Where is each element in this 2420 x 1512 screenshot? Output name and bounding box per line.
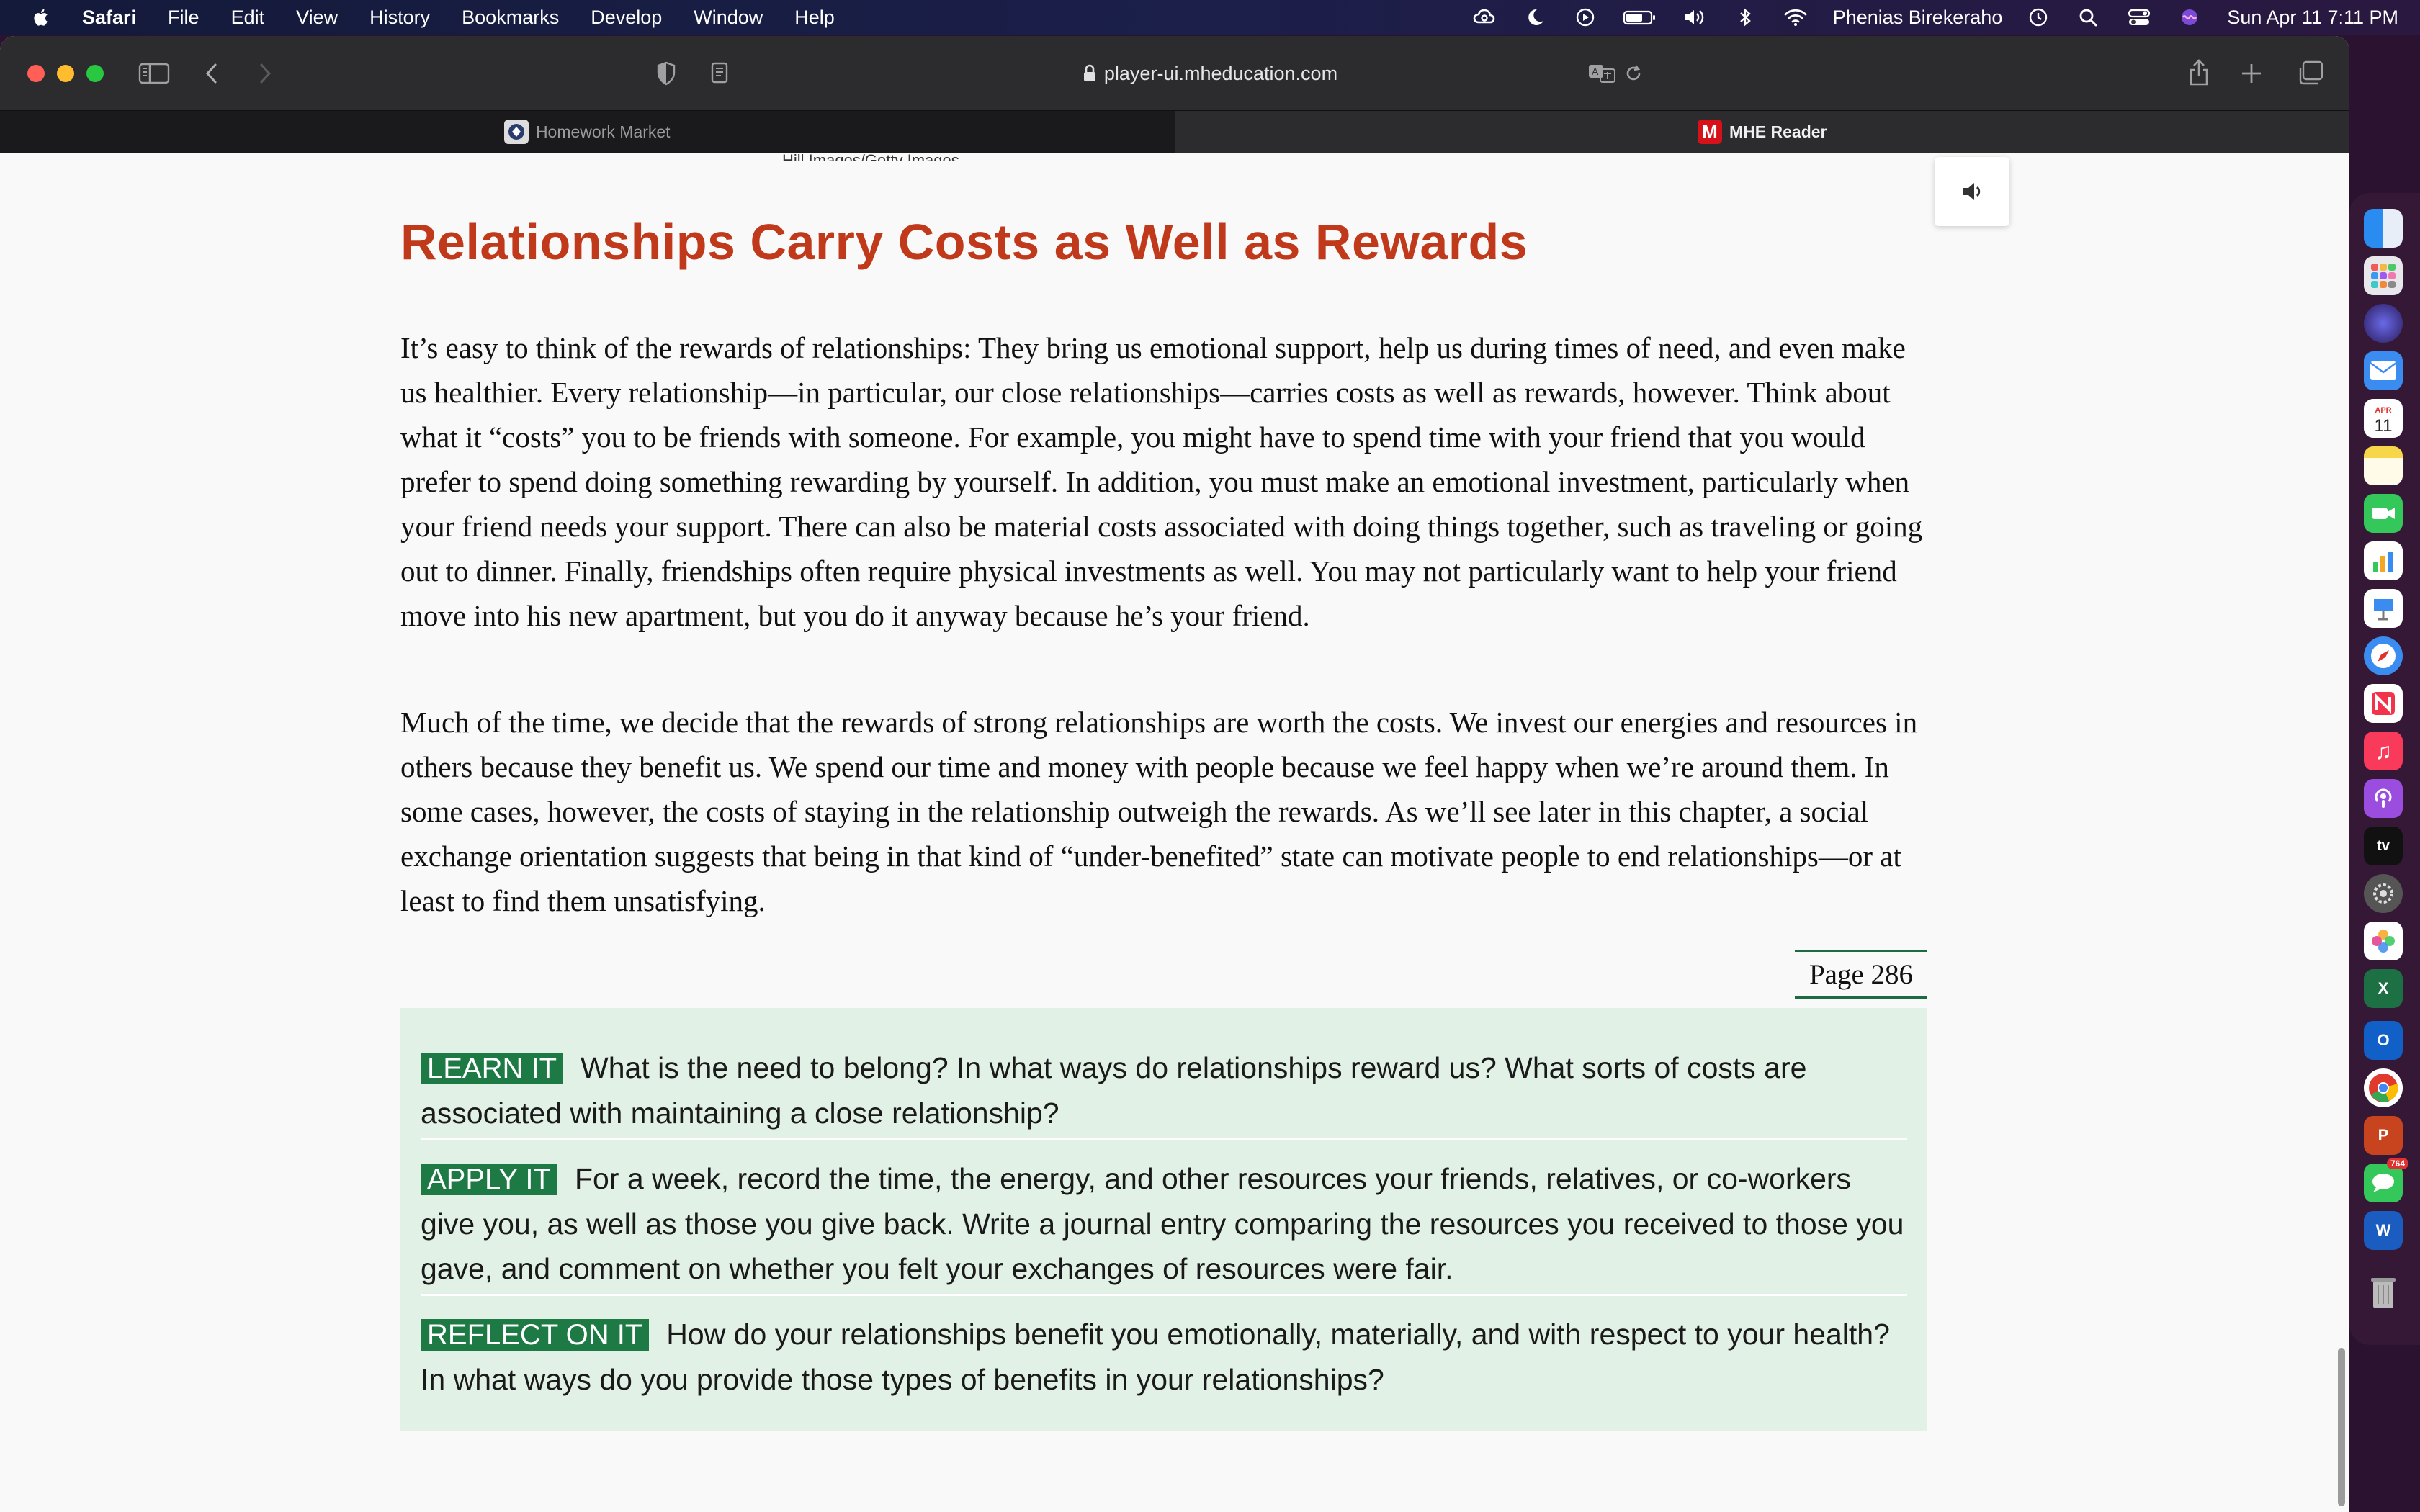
outlook-letter: O <box>2377 1031 2390 1049</box>
tab-overview-icon[interactable] <box>2296 60 2323 86</box>
launchpad-icon[interactable] <box>2364 256 2403 295</box>
play-icon[interactable] <box>1572 6 1598 28</box>
news-icon[interactable] <box>2364 684 2403 723</box>
outlook-icon[interactable]: O <box>2364 1021 2403 1060</box>
tab-homework-market[interactable]: Homework Market <box>0 111 1175 153</box>
siri-dock-icon[interactable] <box>2364 304 2403 343</box>
music-icon[interactable]: ♫ <box>2364 732 2403 770</box>
practice-text: For a week, record the time, the energy,… <box>421 1162 1904 1285</box>
share-icon[interactable] <box>2188 58 2210 86</box>
dock: APR 11 ♫ tv X O P 764 W <box>2349 193 2420 1345</box>
spotlight-icon[interactable] <box>2076 6 2102 28</box>
menu-view[interactable]: View <box>296 6 338 29</box>
tab-bar: Homework Market M MHE Reader <box>0 111 2349 153</box>
reflect-on-it-tag: REFLECT ON IT <box>421 1319 650 1351</box>
practice-item-reflect: REFLECT ON IT How do your relationships b… <box>421 1294 1907 1405</box>
scrollbar-thumb[interactable] <box>2338 1348 2345 1506</box>
time-machine-icon[interactable] <box>2025 6 2051 28</box>
menu-bookmarks[interactable]: Bookmarks <box>462 6 559 29</box>
excel-icon[interactable]: X <box>2364 969 2403 1008</box>
new-tab-plus-icon[interactable] <box>2240 62 2263 85</box>
mhe-favicon-icon: M <box>1698 120 1722 144</box>
speaker-icon <box>1963 183 1981 200</box>
body-paragraph: It’s easy to think of the rewards of rel… <box>400 331 1923 632</box>
messages-badge: 764 <box>2386 1158 2408 1169</box>
menu-window[interactable]: Window <box>694 6 763 29</box>
back-chevron-icon[interactable] <box>203 62 220 85</box>
read-aloud-button[interactable] <box>1935 157 2009 226</box>
word-icon[interactable]: W <box>2364 1211 2403 1250</box>
minimize-window-button[interactable] <box>57 65 74 82</box>
photos-icon[interactable] <box>2364 922 2403 960</box>
calendar-day: 11 <box>2374 416 2393 436</box>
reader-page-icon[interactable] <box>710 62 729 84</box>
zoom-window-button[interactable] <box>86 65 104 82</box>
podcasts-icon[interactable] <box>2364 779 2403 818</box>
scrollbar[interactable] <box>2329 153 2349 1512</box>
word-letter: W <box>2375 1221 2391 1239</box>
menu-history[interactable]: History <box>369 6 430 29</box>
practice-item-apply: APPLY IT For a week, record the time, the… <box>421 1138 1907 1294</box>
battery-icon[interactable] <box>1623 6 1657 28</box>
powerpoint-letter: P <box>2378 1126 2389 1144</box>
reader-content[interactable]: Hill Images/Getty Images Relationships C… <box>0 153 2349 1512</box>
tv-label: tv <box>2377 837 2390 854</box>
control-center-icon[interactable] <box>2126 6 2152 28</box>
learn-it-tag: LEARN IT <box>421 1053 564 1084</box>
wifi-icon[interactable] <box>1783 6 1809 28</box>
chrome-icon[interactable] <box>2364 1068 2403 1107</box>
volume-icon[interactable] <box>1682 6 1708 28</box>
finder-icon[interactable] <box>2364 209 2403 248</box>
address-bar[interactable]: player-ui.mheducation.com <box>1037 59 1383 88</box>
menu-app-name[interactable]: Safari <box>82 6 136 29</box>
close-window-button[interactable] <box>27 65 45 82</box>
trash-icon[interactable] <box>2364 1273 2403 1312</box>
creative-cloud-icon[interactable] <box>1471 6 1497 28</box>
moon-icon[interactable] <box>1522 6 1548 28</box>
messages-icon[interactable]: 764 <box>2364 1158 2408 1202</box>
practice-item-learn: LEARN IT What is the need to belong? In w… <box>421 1045 1907 1138</box>
facetime-icon[interactable] <box>2364 494 2403 533</box>
numbers-icon[interactable] <box>2364 541 2403 580</box>
menu-help[interactable]: Help <box>794 6 835 29</box>
powerpoint-icon[interactable]: P <box>2364 1116 2403 1155</box>
excel-letter: X <box>2378 979 2389 997</box>
url-text: player-ui.mheducation.com <box>1103 62 1338 84</box>
privacy-shield-icon[interactable] <box>655 60 677 86</box>
sidebar-toggle-icon[interactable] <box>138 62 170 85</box>
clock[interactable]: Sun Apr 11 7:11 PM <box>2227 6 2398 29</box>
notes-icon[interactable] <box>2364 446 2403 485</box>
siri-icon[interactable] <box>2177 6 2202 28</box>
calendar-icon[interactable]: APR 11 <box>2364 399 2403 438</box>
tab-label: Homework Market <box>535 122 671 141</box>
practice-text: What is the need to belong? In what ways… <box>421 1051 1807 1130</box>
page-number-marker: Page 286 <box>1795 950 1927 999</box>
svg-text:A: A <box>1592 66 1599 77</box>
apple-menu-icon[interactable] <box>22 6 62 29</box>
system-preferences-icon[interactable] <box>2364 874 2403 913</box>
tab-label: MHE Reader <box>1729 122 1827 141</box>
safari-icon[interactable] <box>2364 636 2403 675</box>
homework-market-favicon-icon <box>503 120 529 144</box>
image-credit: Hill Images/Getty Images <box>782 153 959 161</box>
practice-box: LEARN IT What is the need to belong? In w… <box>400 1008 1927 1431</box>
user-name[interactable]: Phenias Birekeraho <box>1833 6 2003 29</box>
menu-file[interactable]: File <box>168 6 200 29</box>
body-paragraph: Much of the time, we decide that the rew… <box>400 706 1918 917</box>
mail-icon[interactable] <box>2364 351 2403 390</box>
bluetooth-icon[interactable] <box>1732 6 1758 28</box>
tab-mhe-reader[interactable]: M MHE Reader <box>1175 111 2349 153</box>
menu-develop[interactable]: Develop <box>591 6 662 29</box>
apply-it-tag: APPLY IT <box>421 1164 557 1195</box>
apple-tv-icon[interactable]: tv <box>2364 827 2403 865</box>
translate-icon[interactable]: A <box>1587 62 1616 85</box>
lock-icon <box>1083 64 1097 83</box>
section-heading: Relationships Carry Costs as Well as Rew… <box>400 214 1528 270</box>
keynote-icon[interactable] <box>2364 589 2403 628</box>
reload-icon[interactable] <box>1623 63 1644 84</box>
safari-window: A player-ui.mheducation.com Homework Mar… <box>0 36 2349 1512</box>
menu-bar: Safari File Edit View History Bookmarks … <box>0 0 2420 35</box>
menu-edit[interactable]: Edit <box>231 6 265 29</box>
forward-chevron-icon[interactable] <box>256 62 274 85</box>
